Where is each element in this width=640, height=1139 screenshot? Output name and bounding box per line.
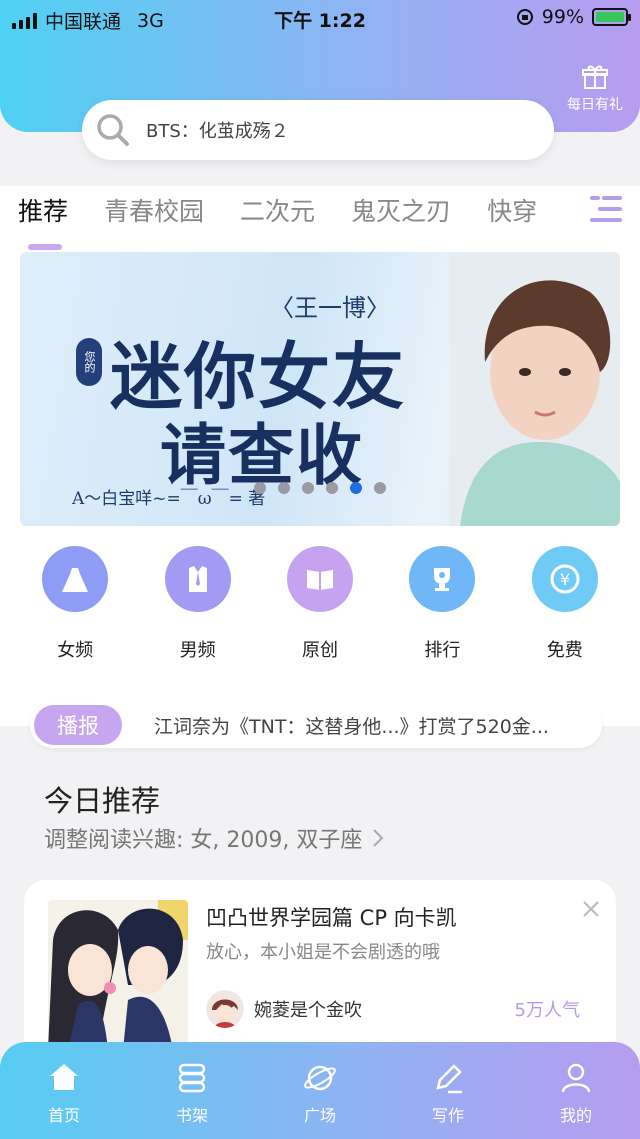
chevron-right-icon [373, 829, 384, 847]
book-cover-image [48, 900, 188, 1050]
planet-icon [304, 1065, 336, 1091]
entry-dress[interactable]: 女频 [14, 546, 136, 662]
status-right: 99% [516, 6, 631, 28]
section-title: 今日推荐 [44, 784, 161, 818]
user-icon [561, 1063, 591, 1093]
daily-gift-button[interactable]: 每日有礼 [562, 64, 628, 114]
carousel-dot[interactable] [278, 482, 290, 494]
book-icon [306, 570, 333, 590]
rotation-lock-icon [516, 9, 533, 25]
banner-author: A～白宝咩~=￣ω￣= 著 [72, 489, 266, 509]
carousel-dot[interactable] [254, 482, 266, 494]
nav-label: 广场 [303, 1106, 336, 1125]
broadcast-label: 播报 [34, 705, 122, 745]
search-bar[interactable]: BTS：化茧成殇２ [82, 100, 554, 160]
entry-yuan-coin[interactable]: ¥ 免费 [504, 546, 626, 662]
carousel-dot[interactable] [326, 482, 338, 494]
author-avatar [206, 990, 244, 1028]
author-name: 婉菱是个金吹 [254, 1000, 362, 1021]
svg-text:¥: ¥ [560, 570, 570, 589]
entry-label: 免费 [546, 640, 583, 661]
tabs-row: 推荐 青春校园 二次元 鬼灭之刃 快穿 [18, 192, 578, 228]
battery-icon [592, 8, 631, 26]
reading-interest-text: 调整阅读兴趣: 女, 2009, 双子座 [44, 828, 363, 853]
home-icon [50, 1064, 78, 1090]
banner-badge: 您的 [76, 338, 102, 386]
battery-percent: 99% [541, 6, 584, 28]
entry-label: 女频 [57, 640, 94, 661]
nav-user[interactable]: 我的 [512, 1042, 640, 1139]
quick-entries: 女频 男频 原创 排行 ¥ 免费 [0, 546, 640, 662]
carousel-dot[interactable] [350, 482, 362, 494]
tab-1[interactable]: 青春校园 [104, 192, 204, 228]
carousel-dot[interactable] [302, 482, 314, 494]
entry-circle [286, 546, 353, 612]
tab-2[interactable]: 二次元 [240, 192, 315, 228]
bottom-navigation: 首页 书架 广场 写作 我的 [0, 1042, 640, 1139]
promo-banner[interactable]: 您的 〈王一博〉 迷你女友 请查收 A～白宝咩~=￣ω￣= 著 [20, 252, 620, 526]
nav-label: 首页 [47, 1106, 80, 1125]
shirt-icon [188, 566, 207, 592]
nav-pen[interactable]: 写作 [384, 1042, 512, 1139]
nav-label: 写作 [431, 1106, 464, 1125]
status-bar: 中国联通 3G 下午 1:22 99% [0, 0, 640, 36]
author-row[interactable]: 婉菱是个金吹 [206, 990, 362, 1028]
trophy-icon [434, 568, 451, 591]
tab-3[interactable]: 鬼灭之刃 [351, 192, 451, 228]
gift-label: 每日有礼 [567, 97, 623, 113]
broadcast-bar[interactable]: 播报 江词奈为《TNT：这替身他...》打赏了520金... [30, 702, 602, 748]
search-icon [97, 114, 129, 146]
tab-menu-icon[interactable] [590, 194, 622, 224]
carousel-dots[interactable] [254, 482, 386, 494]
entry-circle [409, 546, 476, 612]
category-tabs: 推荐 青春校园 二次元 鬼灭之刃 快穿 [0, 186, 640, 256]
pen-icon [436, 1064, 462, 1094]
gift-icon [582, 65, 608, 89]
broadcast-message: 江词奈为《TNT：这替身他...》打赏了520金... [154, 715, 549, 738]
entry-label: 原创 [301, 640, 338, 661]
nav-label: 书架 [175, 1106, 208, 1125]
search-placeholder: BTS：化茧成殇２ [146, 121, 289, 142]
dress-icon [62, 568, 89, 592]
entry-shirt[interactable]: 男频 [136, 546, 258, 662]
nav-planet[interactable]: 广场 [256, 1042, 384, 1139]
tab-0[interactable]: 推荐 [18, 192, 68, 228]
banner-portrait-image [450, 252, 620, 526]
entry-label: 排行 [424, 640, 461, 661]
book-title: 凹凸世界学园篇 CP 向卡凯 [206, 906, 457, 930]
book-description: 放心，本小姐是不会剧透的哦 [206, 942, 440, 963]
entry-book[interactable]: 原创 [259, 546, 381, 662]
entry-trophy[interactable]: 排行 [381, 546, 503, 662]
tab-4[interactable]: 快穿 [487, 192, 537, 228]
yuan-coin-icon: ¥ [550, 564, 580, 594]
popularity-count: 5万人气 [514, 1000, 580, 1021]
close-icon[interactable] [582, 900, 600, 918]
entry-circle [42, 546, 109, 612]
reading-interest-link[interactable]: 调整阅读兴趣: 女, 2009, 双子座 [44, 822, 384, 854]
entry-circle: ¥ [531, 546, 598, 612]
entry-circle [164, 546, 231, 612]
nav-label: 我的 [559, 1106, 592, 1125]
active-tab-indicator [28, 244, 62, 250]
bookshelf-icon [178, 1063, 206, 1093]
nav-bookshelf[interactable]: 书架 [128, 1042, 256, 1139]
entry-label: 男频 [179, 640, 216, 661]
carousel-dot[interactable] [374, 482, 386, 494]
nav-home[interactable]: 首页 [0, 1042, 128, 1139]
